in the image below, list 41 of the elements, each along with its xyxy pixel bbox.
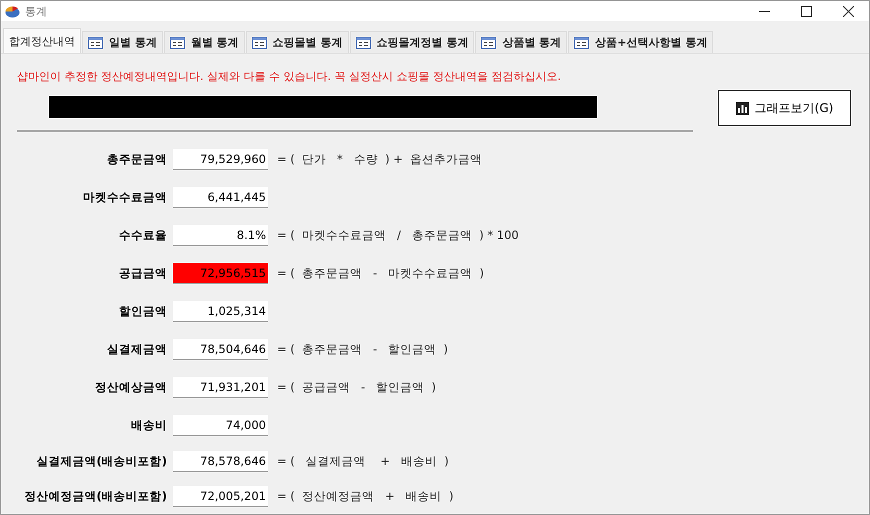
field-label: 총주문금액	[106, 152, 167, 166]
amount-field[interactable]: 72,956,515	[173, 262, 268, 284]
maximize-icon	[800, 6, 812, 16]
window-title: 통계	[25, 4, 48, 18]
pie-chart-icon	[5, 4, 20, 18]
amount-field[interactable]: 74,000	[173, 414, 268, 436]
formula-text: = ( 마켓수수료금액 / 총주문금액 ) * 100	[277, 228, 519, 242]
field-label: 정산예정금액(배송비포함)	[23, 489, 167, 504]
field-label: 할인금액	[118, 304, 167, 318]
formula-text: = ( 총주문금액 - 할인금액 )	[277, 342, 448, 356]
warning-text: 샵마인이 추정한 정산예정내역입니다. 실제와 다를 수 있습니다. 꼭 실정산시 쇼핑몰 정산내역을 점검하십시오.	[17, 69, 562, 84]
field-label: 배송비	[130, 418, 167, 432]
amount-field[interactable]: 8.1%	[173, 224, 268, 246]
amount-field[interactable]: 6,441,445	[173, 186, 268, 208]
tab[interactable]: 쇼핑몰별 통계	[246, 31, 349, 53]
amount-field[interactable]: 1,025,314	[173, 300, 268, 322]
amount-field[interactable]: 79,529,960	[173, 148, 268, 170]
tab[interactable]: 쇼핑몰계정별 통계	[350, 31, 474, 53]
field-label: 마켓수수료금액	[82, 190, 167, 204]
tab[interactable]: 합계정산내역	[3, 28, 81, 53]
formula-text: = ( 공급금액 - 할인금액 )	[277, 380, 436, 394]
formula-text: = ( 총주문금액 - 마켓수수료금액 )	[277, 266, 484, 280]
amount-field[interactable]: 71,931,201	[173, 376, 268, 398]
formula-text: = ( 단가 * 수량 ) + 옵션추가금액	[277, 152, 482, 166]
field-label: 실결제금액(배송비포함)	[35, 454, 167, 469]
close-icon	[842, 6, 854, 16]
bar-chart-icon	[736, 102, 749, 114]
amount-field[interactable]: 72,005,201	[173, 486, 268, 507]
field-label: 수수료율	[118, 228, 167, 242]
graph-button[interactable]: 그래프보기(G)	[718, 90, 851, 126]
field-label: 정산예상금액	[94, 380, 167, 394]
formula-text: = ( 정산예정금액 + 배송비 )	[277, 489, 454, 504]
tab[interactable]: 일별 통계	[82, 31, 163, 53]
field-label: 실결제금액	[106, 342, 167, 356]
field-label: 공급금액	[118, 266, 167, 280]
formula-text: = ( 실결제금액 + 배송비 )	[277, 454, 449, 469]
amount-field[interactable]: 78,578,646	[173, 451, 268, 472]
tab[interactable]: 월별 통계	[164, 31, 245, 53]
amount-field[interactable]: 78,504,646	[173, 338, 268, 360]
tab[interactable]: 상품+선택사항별 통계	[568, 31, 714, 53]
tab[interactable]: 상품별 통계	[475, 31, 568, 53]
